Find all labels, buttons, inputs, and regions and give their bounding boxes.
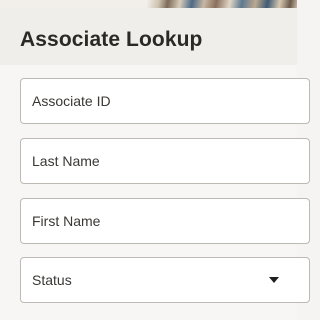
first-name-input[interactable] xyxy=(21,199,309,243)
status-select[interactable]: Status xyxy=(20,257,310,303)
page-header: Associate Lookup xyxy=(0,8,297,65)
page-title: Associate Lookup xyxy=(20,28,203,51)
first-name-field[interactable] xyxy=(20,198,310,244)
banner-decoration xyxy=(147,0,297,8)
associate-id-input[interactable] xyxy=(21,79,309,123)
caret-down-icon[interactable] xyxy=(269,277,279,283)
last-name-input[interactable] xyxy=(21,139,309,183)
header-banner xyxy=(0,0,297,8)
status-select-label: Status xyxy=(32,272,72,288)
lookup-form: Status xyxy=(0,65,310,320)
last-name-field[interactable] xyxy=(20,138,310,184)
associate-id-field[interactable] xyxy=(20,78,310,124)
